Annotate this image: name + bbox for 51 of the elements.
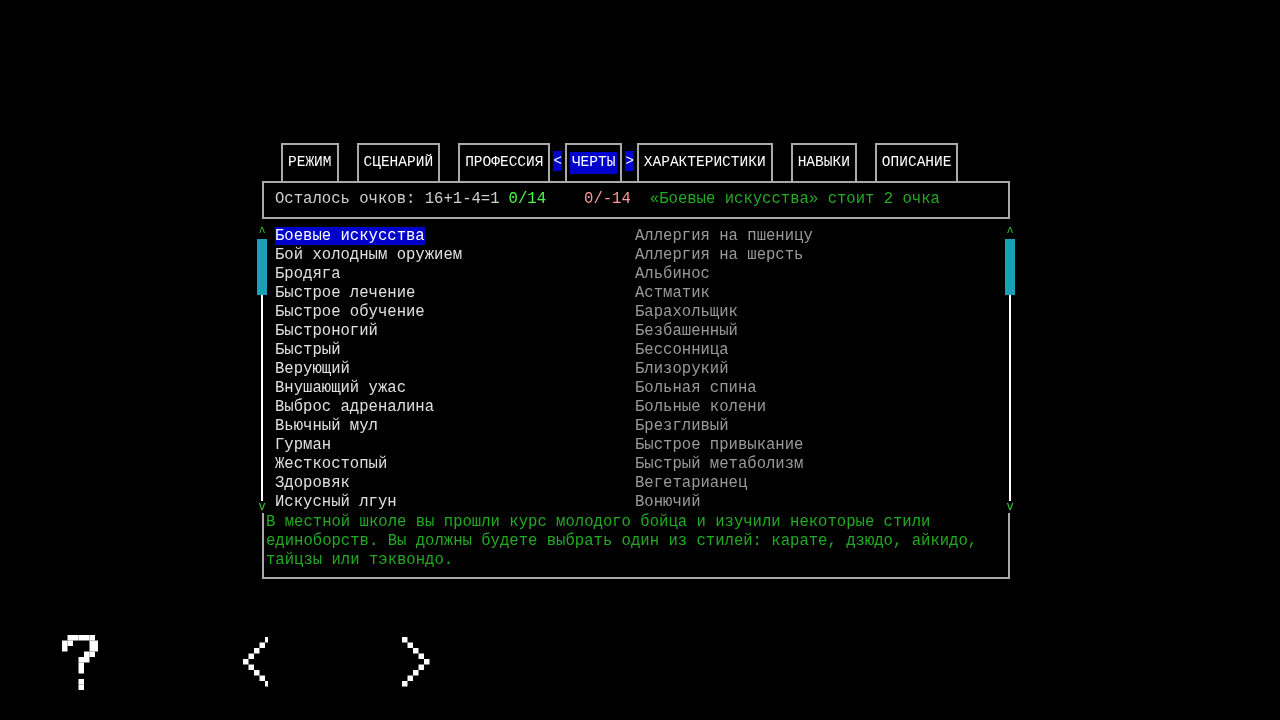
tab[interactable]: ПРОФЕССИЯ <box>458 143 551 181</box>
tab[interactable]: РЕЖИМ <box>281 143 339 181</box>
trait-item[interactable]: Вегетарианец <box>635 474 748 492</box>
scrollbar-thumb[interactable] <box>257 239 267 295</box>
tab[interactable]: ОПИСАНИЕ <box>874 143 959 181</box>
trait-item[interactable]: Барахольщик <box>635 303 738 321</box>
trait-item[interactable]: Быстрое привыкание <box>635 436 804 454</box>
trait-item[interactable]: Быстрый метаболизм <box>635 455 804 473</box>
trait-item[interactable]: Бессонница <box>635 341 729 359</box>
trait-item[interactable]: Вьючный мул <box>275 417 378 435</box>
trait-description: В местной школе вы прошли курс молодого бойца и изучили некоторые стили единоборств. Вы должны будете выбрать один из стилей: карате, дзюдо, айкидо, тайцзы или тэквондо. <box>265 513 979 570</box>
trait-item[interactable]: Быстроногий <box>275 322 378 340</box>
scroll-down-arrow[interactable]: v <box>258 501 266 513</box>
trait-item[interactable]: Внушающий ужас <box>275 379 406 397</box>
trait-item[interactable]: Близорукий <box>635 360 729 378</box>
trait-item[interactable]: Искусный лгун <box>275 493 397 511</box>
tab[interactable]: НАВЫКИ <box>790 143 857 181</box>
scrollbar-thumb[interactable] <box>1005 239 1015 295</box>
trait-item[interactable]: Быстрое лечение <box>275 284 416 302</box>
trait-item[interactable]: Выброс адреналина <box>275 398 435 416</box>
trait-item[interactable]: Больные колени <box>635 398 766 416</box>
trait-item[interactable]: Бродяга <box>275 265 341 283</box>
trait-item[interactable]: Жесткостопый <box>275 455 388 473</box>
trait-item[interactable]: Боевые искусства <box>275 227 425 245</box>
negative-points: 0/-14 <box>584 189 631 211</box>
trait-item[interactable]: Больная спина <box>635 379 757 397</box>
trait-item[interactable]: Аллергия на пшеницу <box>635 227 813 245</box>
trait-item[interactable]: Безбашенный <box>635 322 738 340</box>
trait-item[interactable]: Вонючий <box>635 493 701 511</box>
scroll-down-arrow[interactable]: v <box>1006 501 1014 513</box>
trait-item[interactable]: Здоровяк <box>275 474 350 492</box>
trait-item[interactable]: Астматик <box>635 284 710 302</box>
points-remaining: Осталось очков: 16+1-4=1 <box>275 189 500 211</box>
trait-item[interactable]: Быстрый <box>275 341 341 359</box>
positive-points: 0/14 <box>508 189 547 211</box>
trait-item[interactable]: Бой холодным оружием <box>275 246 463 264</box>
tab[interactable]: ХАРАКТЕРИСТИКИ <box>636 143 773 181</box>
trait-item[interactable]: Гурман <box>275 436 332 454</box>
tab[interactable]: СЦЕНАРИЙ <box>356 143 441 181</box>
tab-arrow-right[interactable]: > <box>625 151 634 171</box>
scroll-up-arrow[interactable]: ^ <box>258 227 266 239</box>
scroll-up-arrow[interactable]: ^ <box>1006 227 1014 239</box>
tab[interactable]: ЧЕРТЫ <box>564 143 623 181</box>
trait-cost: «Боевые искусства» стоит 2 очка <box>649 189 940 211</box>
trait-item[interactable]: Альбинос <box>635 265 710 283</box>
tab-arrow-left[interactable]: < <box>553 151 562 171</box>
trait-item[interactable]: Верующий <box>275 360 350 378</box>
trait-item[interactable]: Аллергия на шерсть <box>635 246 804 264</box>
trait-item[interactable]: Быстрое обучение <box>275 303 425 321</box>
trait-item[interactable]: Брезгливый <box>635 417 729 435</box>
help-icon <box>62 634 98 690</box>
